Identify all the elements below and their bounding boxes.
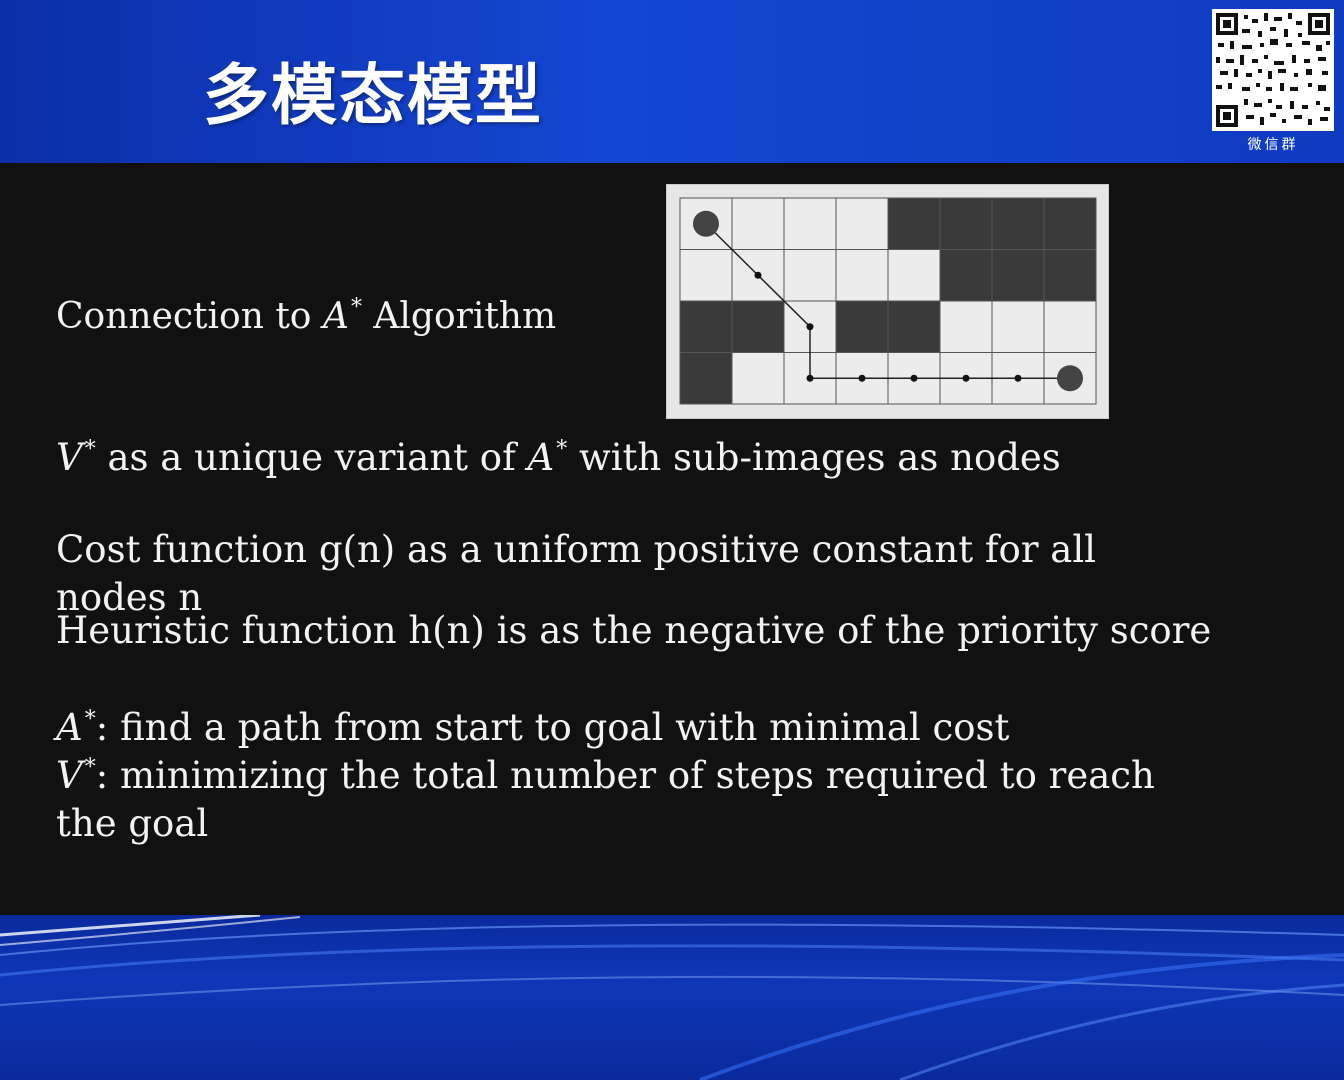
start-node xyxy=(693,210,719,237)
line4-var: A xyxy=(56,706,83,749)
grid-cell xyxy=(887,300,941,353)
line5-text: : minimizing the total number of steps r… xyxy=(95,754,1155,797)
line1-post: with sub-images as nodes xyxy=(567,436,1061,479)
grid-cell xyxy=(939,197,993,250)
goal-node xyxy=(1057,365,1083,392)
bullet-cost-function: Cost function g(n) as a uniform positive… xyxy=(56,528,1097,571)
line1-sup1: * xyxy=(84,437,96,462)
footer-banner xyxy=(0,915,1344,1080)
header-banner xyxy=(0,0,1344,163)
bullet-vstar-goal: V*: minimizing the total number of steps… xyxy=(56,754,1155,797)
qr-caption: 微信群 xyxy=(1247,137,1299,153)
grid-cell xyxy=(835,300,889,353)
line4-text: : find a path from start to goal with mi… xyxy=(95,706,1010,749)
grid-cell xyxy=(939,300,993,353)
line5-var: V xyxy=(56,754,83,797)
heading-pre: Connection to xyxy=(56,296,323,337)
grid-cell xyxy=(835,197,889,250)
line5-sup: * xyxy=(84,755,96,780)
line1-mid: as a unique variant of xyxy=(95,436,528,479)
grid-cell xyxy=(991,197,1045,250)
path-node xyxy=(806,323,814,331)
grid-cell xyxy=(679,352,733,405)
bullet-heuristic-function: Heuristic function h(n) is as the negati… xyxy=(56,609,1212,652)
line1-var2: A xyxy=(527,436,555,479)
path-node xyxy=(858,374,866,382)
line1-var1: V xyxy=(56,436,83,479)
qr-code xyxy=(1212,9,1334,131)
path-node xyxy=(806,374,814,382)
bullet-astar-goal: A*: find a path from start to goal with … xyxy=(56,706,1009,749)
path-node xyxy=(1014,374,1022,382)
grid-cell xyxy=(887,197,941,250)
page-title: 多模态模型 xyxy=(203,57,543,134)
bullet-v-star-variant: V* as a unique variant of A* with sub-im… xyxy=(56,436,1061,479)
grid-cell xyxy=(783,249,837,302)
grid-cell xyxy=(835,249,889,302)
grid-cell xyxy=(939,249,993,302)
grid-cell xyxy=(783,197,837,250)
grid-cell xyxy=(1043,197,1097,250)
grid-cell xyxy=(887,249,941,302)
slide-heading: Connection to A* Algorithm xyxy=(56,295,556,337)
grid-cell xyxy=(991,300,1045,353)
astar-grid-figure xyxy=(666,184,1109,419)
heading-sup: * xyxy=(350,295,362,320)
grid-cell xyxy=(991,249,1045,302)
grid-cell xyxy=(679,300,733,353)
grid-svg xyxy=(679,197,1097,405)
line1-sup2: * xyxy=(556,437,568,462)
qr-code-graphic xyxy=(1212,9,1334,131)
grid-cell xyxy=(731,197,785,250)
grid-cell xyxy=(731,352,785,405)
bullet-vstar-goal-cont: the goal xyxy=(56,802,209,845)
grid-cell xyxy=(679,249,733,302)
grid-cell xyxy=(1043,249,1097,302)
footer-swoosh-graphic xyxy=(0,915,1344,1080)
path-node xyxy=(910,374,918,382)
grid-cell xyxy=(731,300,785,353)
grid-cell xyxy=(1043,300,1097,353)
path-node xyxy=(962,374,970,382)
path-node xyxy=(754,271,762,279)
heading-var: A xyxy=(322,296,349,337)
line4-sup: * xyxy=(84,707,96,732)
heading-post: Algorithm xyxy=(361,296,557,337)
